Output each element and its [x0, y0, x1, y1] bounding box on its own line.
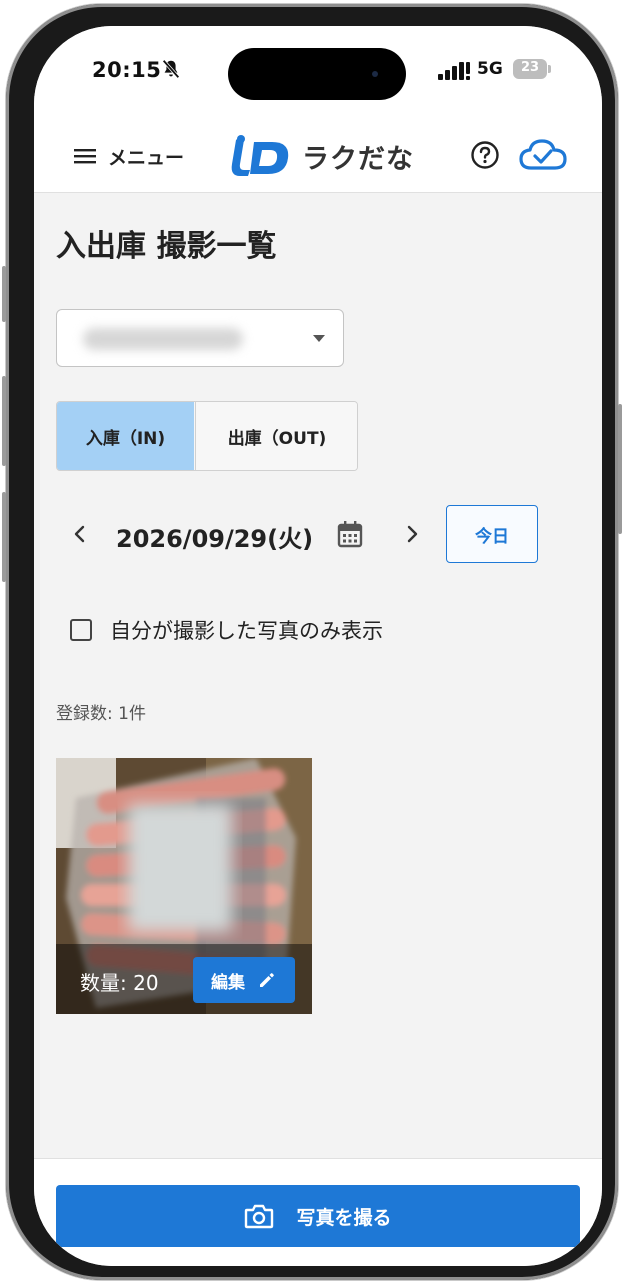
action-button: [2, 266, 6, 322]
camera-icon: [245, 1204, 274, 1229]
hamburger-menu-icon: [74, 149, 96, 164]
battery-level: 23: [520, 60, 540, 75]
warehouse-select[interactable]: [56, 309, 344, 367]
logo-text: ラクだな: [302, 143, 414, 175]
power-button: [618, 404, 622, 534]
own-photos-filter[interactable]: 自分が撮影した写真のみ表示: [70, 615, 383, 645]
cloud-check-icon[interactable]: [518, 136, 568, 174]
menu-label: メニュー: [108, 146, 185, 169]
status-bar: 20:15 5G 23: [34, 26, 602, 122]
own-photos-checkbox[interactable]: [70, 619, 92, 641]
warehouse-select-value: [83, 328, 243, 350]
pencil-icon: [260, 973, 274, 987]
registration-count: 登録数: 1件: [56, 704, 146, 724]
battery-tip: [548, 65, 551, 73]
photo-card[interactable]: 数量: 20 編集: [56, 758, 312, 1014]
battery-icon: 23: [513, 59, 551, 79]
app-logo: ラクだな: [228, 132, 414, 180]
dynamic-island: [228, 48, 406, 100]
caret-down-icon: [313, 335, 325, 342]
take-photo-label: 写真を撮る: [296, 1206, 392, 1229]
chevron-right-icon[interactable]: [400, 519, 424, 549]
camera-lens: [372, 71, 378, 77]
take-photo-button[interactable]: 写真を撮る: [56, 1185, 580, 1247]
toggle-in-button[interactable]: 入庫（IN): [57, 402, 194, 470]
direction-toggle: 入庫（IN) 出庫（OUT): [56, 401, 358, 471]
bell-slash-icon: [162, 59, 180, 79]
edit-label: 編集: [211, 972, 245, 993]
volume-up-button: [2, 376, 6, 466]
volume-down-button: [2, 492, 6, 582]
chevron-left-icon[interactable]: [68, 519, 92, 549]
app-bar: メニュー ラクだな: [34, 122, 602, 193]
toggle-out-button[interactable]: 出庫（OUT): [195, 402, 357, 470]
status-time: 20:15: [92, 58, 162, 82]
edit-button[interactable]: 編集: [193, 957, 295, 1003]
calendar-icon[interactable]: [336, 519, 364, 549]
photo-quantity: 数量: 20: [80, 971, 159, 995]
bottom-bar: 写真を撮る: [34, 1158, 602, 1266]
screen: 20:15 5G 23 メニュー ラクだな 入出庫 撮影一覧 入庫（IN) 出庫…: [34, 26, 602, 1266]
menu-button[interactable]: メニュー: [74, 138, 184, 174]
network-type: 5G: [477, 59, 503, 79]
signal-icon: [438, 62, 470, 80]
today-button[interactable]: 今日: [446, 505, 538, 563]
page-title: 入出庫 撮影一覧: [56, 229, 277, 264]
rakudana-logo-icon: [231, 135, 289, 176]
help-icon[interactable]: [470, 140, 500, 170]
phone-frame: 20:15 5G 23 メニュー ラクだな 入出庫 撮影一覧 入庫（IN) 出庫…: [2, 4, 622, 1280]
current-date[interactable]: 2026/09/29(火): [116, 519, 313, 554]
own-photos-label: 自分が撮影した写真のみ表示: [110, 619, 383, 643]
